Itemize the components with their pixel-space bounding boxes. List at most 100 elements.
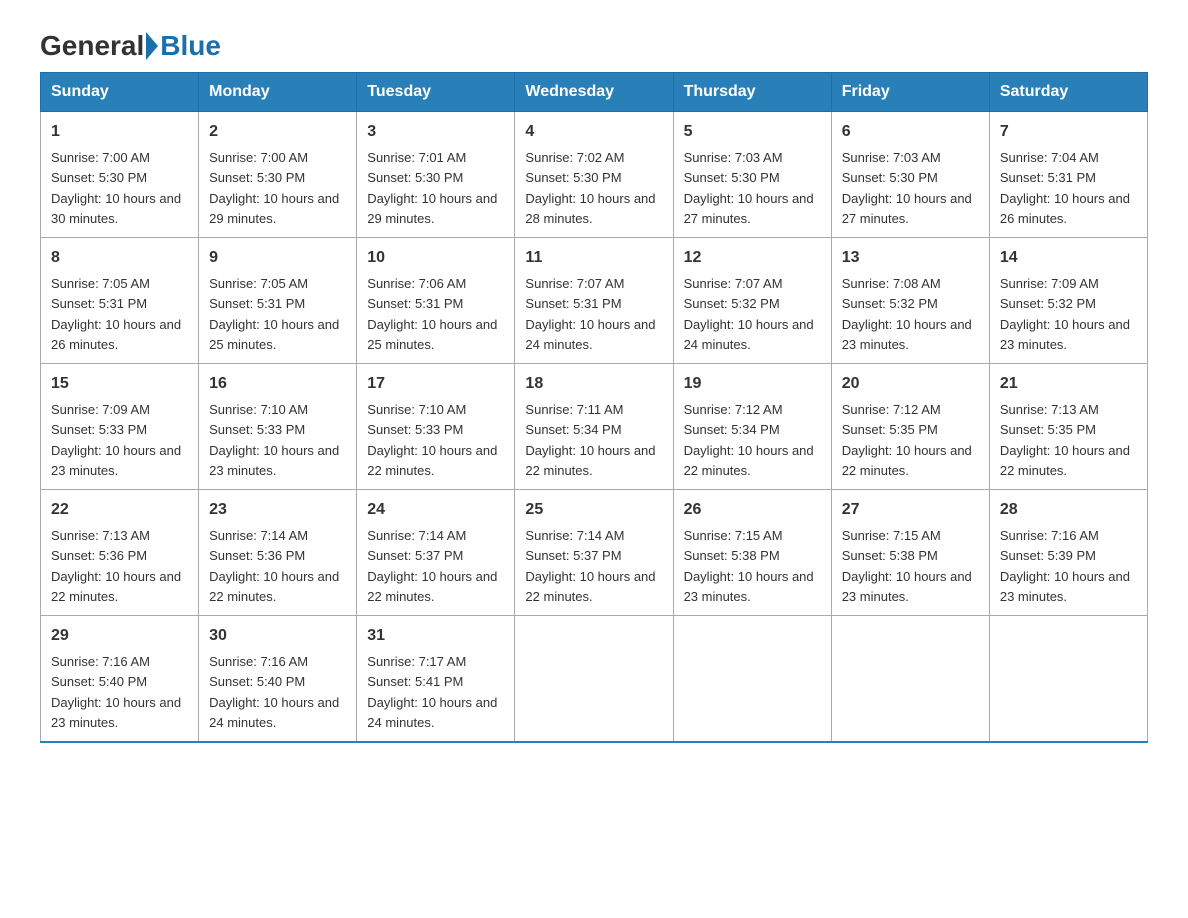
calendar-week-row: 8 Sunrise: 7:05 AM Sunset: 5:31 PM Dayli… bbox=[41, 238, 1148, 364]
daylight-info: Daylight: 10 hours and 24 minutes. bbox=[525, 317, 655, 352]
table-row bbox=[515, 616, 673, 743]
sunrise-info: Sunrise: 7:15 AM bbox=[684, 528, 783, 543]
table-row: 29 Sunrise: 7:16 AM Sunset: 5:40 PM Dayl… bbox=[41, 616, 199, 743]
logo: General Blue bbox=[40, 30, 221, 62]
table-row: 21 Sunrise: 7:13 AM Sunset: 5:35 PM Dayl… bbox=[989, 364, 1147, 490]
day-number: 28 bbox=[1000, 498, 1137, 522]
sunset-info: Sunset: 5:40 PM bbox=[51, 674, 147, 689]
sunrise-info: Sunrise: 7:14 AM bbox=[209, 528, 308, 543]
daylight-info: Daylight: 10 hours and 27 minutes. bbox=[842, 191, 972, 226]
table-row: 19 Sunrise: 7:12 AM Sunset: 5:34 PM Dayl… bbox=[673, 364, 831, 490]
table-row: 18 Sunrise: 7:11 AM Sunset: 5:34 PM Dayl… bbox=[515, 364, 673, 490]
sunset-info: Sunset: 5:31 PM bbox=[1000, 170, 1096, 185]
col-friday: Friday bbox=[831, 73, 989, 112]
sunset-info: Sunset: 5:36 PM bbox=[51, 548, 147, 563]
daylight-info: Daylight: 10 hours and 24 minutes. bbox=[209, 695, 339, 730]
sunrise-info: Sunrise: 7:07 AM bbox=[525, 276, 624, 291]
logo-arrow-icon bbox=[146, 32, 158, 60]
daylight-info: Daylight: 10 hours and 22 minutes. bbox=[209, 569, 339, 604]
sunrise-info: Sunrise: 7:04 AM bbox=[1000, 150, 1099, 165]
daylight-info: Daylight: 10 hours and 25 minutes. bbox=[209, 317, 339, 352]
table-row: 2 Sunrise: 7:00 AM Sunset: 5:30 PM Dayli… bbox=[199, 112, 357, 238]
sunrise-info: Sunrise: 7:00 AM bbox=[209, 150, 308, 165]
sunset-info: Sunset: 5:33 PM bbox=[51, 422, 147, 437]
daylight-info: Daylight: 10 hours and 28 minutes. bbox=[525, 191, 655, 226]
day-number: 14 bbox=[1000, 246, 1137, 270]
daylight-info: Daylight: 10 hours and 22 minutes. bbox=[367, 443, 497, 478]
sunset-info: Sunset: 5:30 PM bbox=[51, 170, 147, 185]
sunset-info: Sunset: 5:30 PM bbox=[525, 170, 621, 185]
daylight-info: Daylight: 10 hours and 22 minutes. bbox=[367, 569, 497, 604]
sunset-info: Sunset: 5:40 PM bbox=[209, 674, 305, 689]
table-row: 9 Sunrise: 7:05 AM Sunset: 5:31 PM Dayli… bbox=[199, 238, 357, 364]
sunset-info: Sunset: 5:36 PM bbox=[209, 548, 305, 563]
sunrise-info: Sunrise: 7:14 AM bbox=[367, 528, 466, 543]
sunrise-info: Sunrise: 7:09 AM bbox=[1000, 276, 1099, 291]
sunset-info: Sunset: 5:32 PM bbox=[842, 296, 938, 311]
table-row: 7 Sunrise: 7:04 AM Sunset: 5:31 PM Dayli… bbox=[989, 112, 1147, 238]
sunrise-info: Sunrise: 7:10 AM bbox=[209, 402, 308, 417]
calendar-week-row: 1 Sunrise: 7:00 AM Sunset: 5:30 PM Dayli… bbox=[41, 112, 1148, 238]
day-number: 6 bbox=[842, 120, 979, 144]
sunset-info: Sunset: 5:32 PM bbox=[1000, 296, 1096, 311]
day-number: 17 bbox=[367, 372, 504, 396]
page-header: General Blue bbox=[40, 30, 1148, 62]
day-number: 2 bbox=[209, 120, 346, 144]
daylight-info: Daylight: 10 hours and 24 minutes. bbox=[684, 317, 814, 352]
daylight-info: Daylight: 10 hours and 29 minutes. bbox=[367, 191, 497, 226]
daylight-info: Daylight: 10 hours and 22 minutes. bbox=[525, 569, 655, 604]
sunset-info: Sunset: 5:35 PM bbox=[842, 422, 938, 437]
col-wednesday: Wednesday bbox=[515, 73, 673, 112]
table-row: 15 Sunrise: 7:09 AM Sunset: 5:33 PM Dayl… bbox=[41, 364, 199, 490]
table-row: 11 Sunrise: 7:07 AM Sunset: 5:31 PM Dayl… bbox=[515, 238, 673, 364]
day-number: 7 bbox=[1000, 120, 1137, 144]
day-number: 20 bbox=[842, 372, 979, 396]
day-number: 26 bbox=[684, 498, 821, 522]
sunrise-info: Sunrise: 7:15 AM bbox=[842, 528, 941, 543]
sunrise-info: Sunrise: 7:05 AM bbox=[209, 276, 308, 291]
col-monday: Monday bbox=[199, 73, 357, 112]
table-row: 22 Sunrise: 7:13 AM Sunset: 5:36 PM Dayl… bbox=[41, 490, 199, 616]
table-row: 25 Sunrise: 7:14 AM Sunset: 5:37 PM Dayl… bbox=[515, 490, 673, 616]
sunset-info: Sunset: 5:39 PM bbox=[1000, 548, 1096, 563]
daylight-info: Daylight: 10 hours and 23 minutes. bbox=[684, 569, 814, 604]
daylight-info: Daylight: 10 hours and 22 minutes. bbox=[525, 443, 655, 478]
sunset-info: Sunset: 5:34 PM bbox=[525, 422, 621, 437]
table-row bbox=[989, 616, 1147, 743]
daylight-info: Daylight: 10 hours and 25 minutes. bbox=[367, 317, 497, 352]
table-row: 1 Sunrise: 7:00 AM Sunset: 5:30 PM Dayli… bbox=[41, 112, 199, 238]
sunrise-info: Sunrise: 7:14 AM bbox=[525, 528, 624, 543]
daylight-info: Daylight: 10 hours and 26 minutes. bbox=[51, 317, 181, 352]
table-row bbox=[673, 616, 831, 743]
day-number: 12 bbox=[684, 246, 821, 270]
day-number: 9 bbox=[209, 246, 346, 270]
sunrise-info: Sunrise: 7:05 AM bbox=[51, 276, 150, 291]
table-row: 8 Sunrise: 7:05 AM Sunset: 5:31 PM Dayli… bbox=[41, 238, 199, 364]
sunrise-info: Sunrise: 7:03 AM bbox=[684, 150, 783, 165]
sunrise-info: Sunrise: 7:09 AM bbox=[51, 402, 150, 417]
day-number: 31 bbox=[367, 624, 504, 648]
day-number: 22 bbox=[51, 498, 188, 522]
daylight-info: Daylight: 10 hours and 23 minutes. bbox=[842, 569, 972, 604]
col-sunday: Sunday bbox=[41, 73, 199, 112]
sunrise-info: Sunrise: 7:13 AM bbox=[1000, 402, 1099, 417]
day-number: 23 bbox=[209, 498, 346, 522]
table-row: 17 Sunrise: 7:10 AM Sunset: 5:33 PM Dayl… bbox=[357, 364, 515, 490]
sunrise-info: Sunrise: 7:12 AM bbox=[842, 402, 941, 417]
calendar-week-row: 15 Sunrise: 7:09 AM Sunset: 5:33 PM Dayl… bbox=[41, 364, 1148, 490]
table-row: 24 Sunrise: 7:14 AM Sunset: 5:37 PM Dayl… bbox=[357, 490, 515, 616]
sunset-info: Sunset: 5:33 PM bbox=[209, 422, 305, 437]
sunrise-info: Sunrise: 7:03 AM bbox=[842, 150, 941, 165]
sunset-info: Sunset: 5:37 PM bbox=[367, 548, 463, 563]
daylight-info: Daylight: 10 hours and 23 minutes. bbox=[1000, 317, 1130, 352]
sunrise-info: Sunrise: 7:13 AM bbox=[51, 528, 150, 543]
table-row: 26 Sunrise: 7:15 AM Sunset: 5:38 PM Dayl… bbox=[673, 490, 831, 616]
table-row: 16 Sunrise: 7:10 AM Sunset: 5:33 PM Dayl… bbox=[199, 364, 357, 490]
sunrise-info: Sunrise: 7:17 AM bbox=[367, 654, 466, 669]
day-number: 18 bbox=[525, 372, 662, 396]
sunset-info: Sunset: 5:30 PM bbox=[209, 170, 305, 185]
table-row: 27 Sunrise: 7:15 AM Sunset: 5:38 PM Dayl… bbox=[831, 490, 989, 616]
daylight-info: Daylight: 10 hours and 23 minutes. bbox=[1000, 569, 1130, 604]
table-row: 10 Sunrise: 7:06 AM Sunset: 5:31 PM Dayl… bbox=[357, 238, 515, 364]
col-tuesday: Tuesday bbox=[357, 73, 515, 112]
